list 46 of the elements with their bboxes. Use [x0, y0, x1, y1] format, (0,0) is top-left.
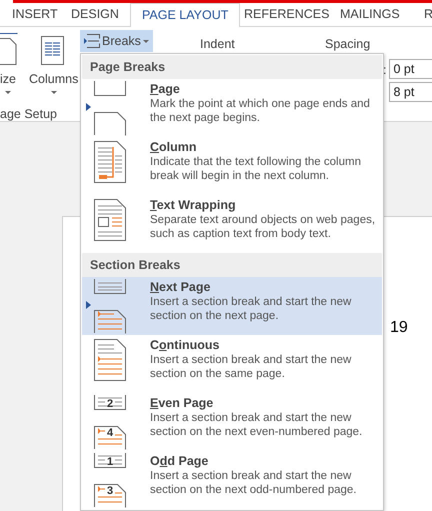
size-label: ize — [0, 71, 16, 88]
menu-item[interactable]: Page Mark the point at which one page ends and the next page begins. — [82, 79, 382, 137]
menu-item[interactable]: Column Indicate that the text following the column break will begin in the next column. — [82, 137, 382, 195]
caret-icon — [51, 91, 57, 94]
item-title: Column — [150, 139, 198, 155]
columns-icon — [41, 36, 64, 65]
item-description: Mark the point at which one page ends and the next page begins. — [150, 97, 371, 125]
spacing-field[interactable]: 0 pt — [389, 58, 432, 79]
size-icon — [0, 33, 18, 65]
breaks-button[interactable]: Breaks — [80, 30, 153, 52]
item-title: Text Wrapping — [150, 197, 237, 213]
item-title: Page — [150, 81, 181, 97]
group-label: age Setup — [0, 106, 57, 123]
ribbon-tab[interactable]: MAILINGS — [338, 3, 402, 27]
columns-label: Columns — [29, 71, 78, 88]
spacing-label: Spacing — [325, 36, 372, 53]
item-title: Odd Page — [150, 453, 210, 469]
colon-label: : — [383, 62, 386, 79]
next-page-icon — [86, 279, 128, 335]
menu-item[interactable]: 2 4 Even Page Insert a section break and start the new section on the next even-numbered page. — [82, 393, 382, 451]
menu-section-header: Page Breaks — [82, 55, 382, 79]
indent-label: Indent — [200, 36, 236, 53]
item-title: Continuous — [150, 337, 220, 353]
item-description: Insert a section break and start the new section on the next even-numbered page. — [150, 411, 364, 439]
item-description: Insert a section break and start the new section on the next page. — [150, 295, 352, 323]
menu-item[interactable]: Text Wrapping Separate text around objects on web pages, such as caption text from body text. — [82, 195, 382, 253]
item-description: Indicate that the text following the column break will begin in the next column. — [150, 155, 362, 183]
item-description: Insert a section break and start the new section on the next odd-numbered page. — [150, 469, 358, 497]
item-title: Next Page — [150, 279, 212, 295]
breaks-icon — [84, 34, 100, 48]
page-break-icon — [86, 81, 128, 137]
item-description: Separate text around objects on web pages, such as caption text from body text. — [150, 213, 376, 241]
page-number: 19 — [390, 318, 408, 338]
caret-icon — [142, 40, 149, 42]
item-title: Even Page — [150, 395, 214, 411]
ribbon-tab[interactable]: INSERT — [10, 3, 60, 27]
ribbon-tab[interactable]: DESIGN — [69, 3, 121, 27]
menu-item[interactable]: 1 3 Odd Page Insert a section break and start the new section on the next odd-numbered page. — [82, 451, 382, 509]
item-description: Insert a section break and start the new section on the same page. — [150, 353, 352, 381]
caret-icon — [5, 91, 11, 94]
spacing-field[interactable]: 8 pt — [389, 82, 432, 102]
menu-section-header: Section Breaks — [82, 253, 382, 277]
ribbon-tab[interactable]: PAGE LAYOUT — [130, 3, 240, 27]
menu-item[interactable]: Next Page Insert a section break and start the new section on the next page. — [82, 277, 382, 335]
ribbon-tab[interactable]: REFERENCES — [242, 3, 332, 27]
menu-item[interactable]: Continuous Insert a section break and start the new section on the same page. — [82, 335, 382, 393]
